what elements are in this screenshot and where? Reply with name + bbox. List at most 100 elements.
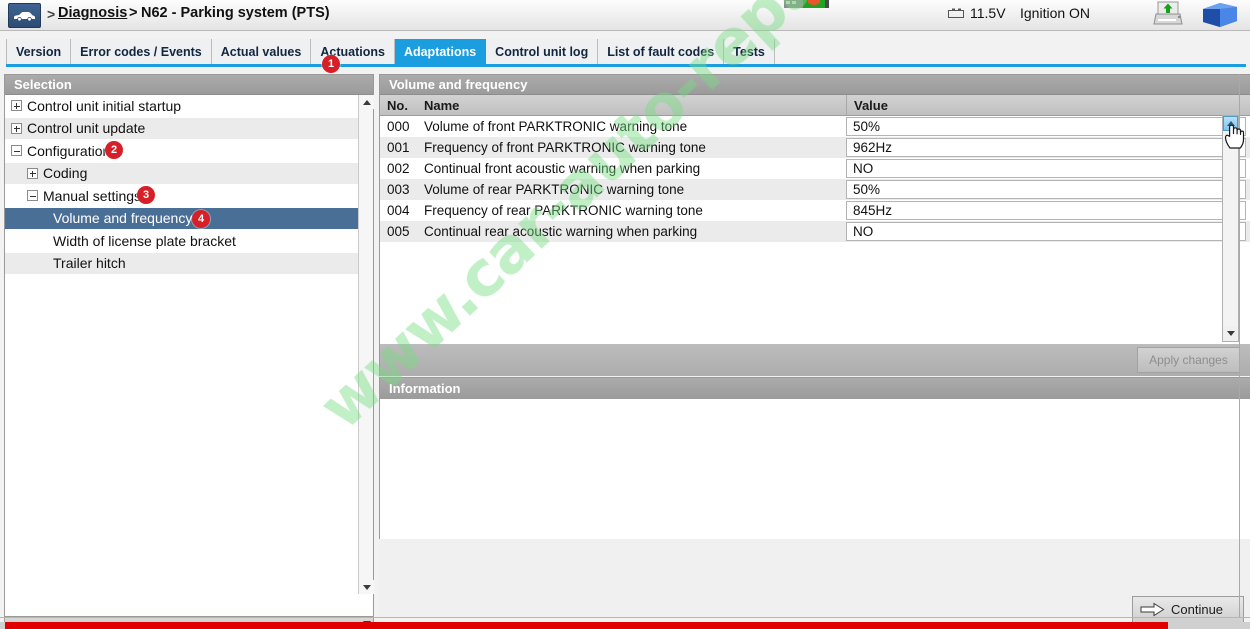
table-scroll-down-button[interactable]: [1223, 326, 1238, 341]
blue-book-icon[interactable]: [1198, 0, 1242, 31]
sidebar-item-coding[interactable]: Coding: [5, 163, 373, 186]
value-text: 50%: [853, 182, 880, 197]
breadcrumb-separator-1: >: [47, 6, 55, 22]
tab-bar: Version Error codes / Events Actual valu…: [0, 31, 1250, 67]
table-row[interactable]: 001 Frequency of front PARKTRONIC warnin…: [380, 137, 1250, 158]
tab-error-codes-events[interactable]: Error codes / Events: [71, 39, 212, 64]
sidebar-item-width-of-license-plate-bracket[interactable]: Width of license plate bracket: [5, 230, 373, 253]
scroll-up-button[interactable]: [359, 95, 374, 109]
value-text: 962Hz: [853, 140, 892, 155]
table-row[interactable]: 002 Continual front acoustic warning whe…: [380, 158, 1250, 179]
tab-control-unit-log[interactable]: Control unit log: [486, 39, 598, 64]
row-name: Volume of rear PARKTRONIC warning tone: [420, 182, 846, 197]
information-panel-title: Information: [380, 378, 1250, 399]
expand-plus-icon[interactable]: [11, 100, 22, 111]
table-vertical-scrollbar[interactable]: [1222, 115, 1239, 342]
step-badge-4: 4: [192, 210, 210, 228]
sidebar-item-label: Manual settings: [43, 188, 141, 204]
breadcrumb-diagnosis-link[interactable]: Diagnosis: [58, 5, 127, 21]
tab-underline: [6, 64, 1246, 67]
breadcrumb-separator-2: >: [129, 5, 137, 21]
bottom-action-bar: Continue: [379, 539, 1250, 617]
sidebar-item-volume-and-frequency[interactable]: Volume and frequency: [5, 208, 373, 231]
table-row[interactable]: 003 Volume of rear PARKTRONIC warning to…: [380, 179, 1250, 200]
tab-strip: Version Error codes / Events Actual valu…: [6, 39, 775, 64]
sidebar-item-label: Control unit update: [27, 120, 145, 136]
row-name: Continual rear acoustic warning when par…: [420, 224, 846, 239]
tab-tests[interactable]: Tests: [724, 39, 775, 64]
tab-list-of-fault-codes[interactable]: List of fault codes: [598, 39, 724, 64]
table-row[interactable]: 005 Continual rear acoustic warning when…: [380, 221, 1250, 242]
value-dropdown-003[interactable]: 50%: [846, 180, 1246, 199]
collapse-minus-icon[interactable]: [11, 145, 22, 156]
tab-adaptations[interactable]: Adaptations: [395, 39, 486, 64]
table-row[interactable]: 000 Volume of front PARKTRONIC warning t…: [380, 116, 1250, 137]
triangle-up-icon: [1227, 121, 1235, 126]
row-name: Continual front acoustic warning when pa…: [420, 161, 846, 176]
value-text: 845Hz: [853, 203, 892, 218]
table-row[interactable]: 004 Frequency of rear PARKTRONIC warning…: [380, 200, 1250, 221]
row-number: 005: [380, 224, 420, 239]
flag-status-icon: [784, 0, 832, 9]
breadcrumb-control-unit: N62 - Parking system (PTS): [141, 5, 330, 21]
battery-icon: [948, 8, 965, 19]
sidebar-item-configuration[interactable]: Configuration: [5, 140, 373, 163]
value-dropdown-000[interactable]: 50%: [846, 117, 1246, 136]
sidebar-item-label: Configuration: [27, 143, 110, 159]
column-header-no: No.: [380, 98, 420, 113]
row-number: 004: [380, 203, 420, 218]
triangle-down-icon: [363, 585, 371, 590]
continue-button-label: Continue: [1171, 602, 1223, 617]
triangle-up-icon: [363, 100, 371, 105]
expand-plus-icon[interactable]: [11, 123, 22, 134]
sidebar-item-label: Trailer hitch: [53, 255, 126, 271]
battery-voltage-label: 11.5V: [970, 5, 1006, 21]
row-name: Frequency of rear PARKTRONIC warning ton…: [420, 203, 846, 218]
apply-changes-button[interactable]: Apply changes: [1137, 347, 1240, 373]
adaptations-table-card: Volume and frequency No. Name Value 000 …: [379, 74, 1250, 344]
step-badge-1: 1: [322, 55, 340, 73]
step-badge-2: 2: [105, 141, 123, 159]
selection-panel-title: Selection: [5, 75, 373, 95]
sidebar-item-label: Width of license plate bracket: [53, 233, 236, 249]
printer-upload-icon[interactable]: [1148, 0, 1188, 31]
sidebar-item-control-unit-update[interactable]: Control unit update: [5, 118, 373, 141]
row-number: 001: [380, 140, 420, 155]
vehicle-icon[interactable]: [8, 3, 41, 28]
sidebar-item-trailer-hitch[interactable]: Trailer hitch: [5, 253, 373, 276]
value-dropdown-004[interactable]: 845Hz: [846, 201, 1246, 220]
column-header-value: Value: [846, 95, 1250, 115]
tab-actual-values[interactable]: Actual values: [212, 39, 312, 64]
row-number: 002: [380, 161, 420, 176]
collapse-minus-icon[interactable]: [27, 190, 38, 201]
continue-button[interactable]: Continue: [1132, 596, 1244, 623]
row-name: Frequency of front PARKTRONIC warning to…: [420, 140, 846, 155]
table-header-row: No. Name Value: [380, 95, 1250, 116]
battery-status: 11.5V: [948, 5, 1006, 21]
selection-panel: Selection Control unit initial startup C…: [4, 74, 374, 617]
ignition-status-label: Ignition ON: [1020, 5, 1090, 21]
sidebar-item-control-unit-initial-startup[interactable]: Control unit initial startup: [5, 95, 373, 118]
panel-right-divider: [1239, 74, 1240, 617]
table-body: 000 Volume of front PARKTRONIC warning t…: [380, 116, 1250, 344]
adaptations-table-title: Volume and frequency: [380, 75, 1250, 95]
expand-plus-icon[interactable]: [27, 168, 38, 179]
row-number: 000: [380, 119, 420, 134]
sidebar-item-label: Coding: [43, 165, 87, 181]
top-header-bar: > Diagnosis > N62 - Parking system (PTS)…: [0, 0, 1250, 31]
scroll-down-button[interactable]: [359, 580, 374, 594]
column-header-name: Name: [420, 98, 846, 113]
car-glyph: [13, 10, 36, 22]
tab-version[interactable]: Version: [6, 39, 71, 64]
selection-vertical-scrollbar[interactable]: [358, 95, 373, 594]
sidebar-item-manual-settings[interactable]: Manual settings: [5, 185, 373, 208]
table-scroll-up-button[interactable]: [1223, 116, 1238, 131]
sidebar-item-label: Control unit initial startup: [27, 98, 181, 114]
value-text: NO: [853, 224, 873, 239]
progress-bar-fill: [5, 622, 1168, 629]
value-dropdown-001[interactable]: 962Hz: [846, 138, 1246, 157]
step-badge-3: 3: [137, 186, 155, 204]
value-text: 50%: [853, 119, 880, 134]
value-dropdown-005[interactable]: NO: [846, 222, 1246, 241]
value-dropdown-002[interactable]: NO: [846, 159, 1246, 178]
